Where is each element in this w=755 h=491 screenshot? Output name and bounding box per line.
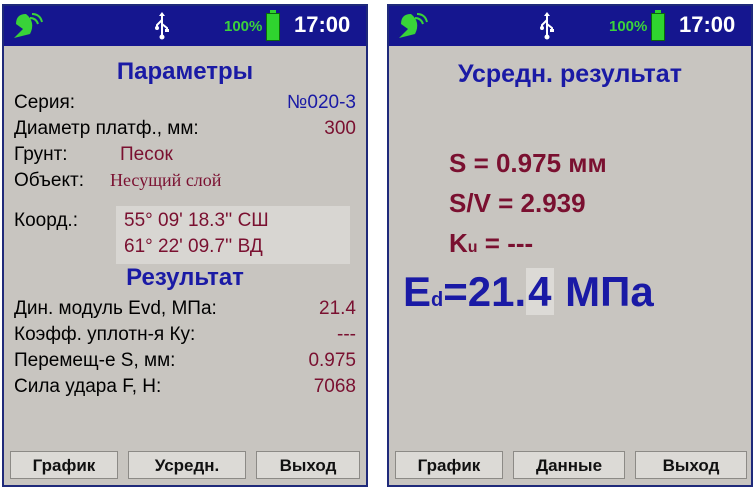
evd-value: 21.4: [319, 298, 356, 319]
evd-label: Дин. модуль Evd, МПа:: [14, 298, 217, 319]
displacement-row: Перемещ-е S, мм: 0.975: [14, 350, 356, 372]
ku-value: = ---: [477, 228, 534, 258]
force-value: 7068: [313, 376, 356, 397]
average-button[interactable]: Усредн.: [128, 451, 246, 479]
ky-row: Коэфф. уплотн-я Ку: ---: [14, 324, 356, 346]
clock: 17:00: [294, 12, 351, 37]
exit-button[interactable]: Выход: [635, 451, 747, 479]
object-value: Несущий слой: [110, 170, 222, 190]
graph-button[interactable]: График: [395, 451, 503, 479]
exit-button[interactable]: Выход: [256, 451, 360, 479]
ku-subscript: u: [467, 239, 478, 256]
page-title: Параметры: [116, 58, 254, 85]
ed-subscript: d: [431, 289, 444, 311]
diameter-row: Диаметр платф., мм: 300: [14, 118, 356, 140]
battery-icon: [266, 10, 280, 41]
ku-line: Ku = ---: [449, 228, 533, 259]
object-row: Объект: Несущий слой: [14, 170, 356, 192]
data-button[interactable]: Данные: [513, 451, 625, 479]
soil-label: Грунт:: [14, 144, 68, 165]
displacement-label: Перемещ-е S, мм:: [14, 350, 176, 371]
series-value: №020-3: [287, 92, 356, 113]
ed-result: Ed=21.4 МПа: [403, 268, 654, 316]
coord-latitude: 55° 09' 18.3'' СШ: [124, 210, 269, 231]
ky-label: Коэфф. уплотн-я Ку:: [14, 324, 196, 345]
series-label: Серия:: [14, 92, 76, 113]
graph-button[interactable]: График: [10, 451, 118, 479]
diameter-label: Диаметр платф., мм:: [14, 118, 199, 139]
ed-unit: МПа: [553, 268, 654, 315]
evd-row: Дин. модуль Evd, МПа: 21.4: [14, 298, 356, 320]
status-bar: 100% 17:00: [4, 6, 366, 46]
usb-icon: [155, 12, 169, 40]
status-bar: 100% 17:00: [389, 6, 751, 46]
ed-symbol: E: [403, 268, 432, 315]
coord-longitude: 61° 22' 09.7'' ВД: [124, 236, 263, 257]
ky-value: ---: [337, 324, 356, 345]
soil-row: Грунт: Песок: [14, 144, 356, 166]
averaged-result-screen: 100% 17:00 Усредн. результат S = 0.975 м…: [387, 4, 753, 487]
ed-cursor-digit: 4: [526, 268, 554, 315]
parameters-screen: 100% 17:00 Параметры Серия: №020-3 Диаме…: [2, 4, 368, 487]
page-title: Усредн. результат: [458, 60, 682, 88]
displacement-line: S = 0.975 мм: [449, 148, 607, 178]
diameter-value: 300: [324, 118, 356, 139]
battery-percent: 100%: [224, 18, 263, 35]
displacement-value: 0.975: [308, 350, 356, 371]
softkey-bar: График Усредн. Выход: [4, 445, 366, 485]
ku-symbol: K: [449, 228, 468, 258]
ed-value: =21.: [443, 268, 527, 315]
series-row: Серия: №020-3: [14, 92, 356, 114]
soil-value: Песок: [120, 144, 173, 165]
satellite-dish-icon: [399, 13, 428, 38]
object-label: Объект:: [14, 170, 84, 191]
usb-icon: [540, 12, 554, 40]
force-row: Сила удара F, Н: 7068: [14, 376, 356, 398]
battery-icon: [651, 10, 665, 41]
result-title: Результат: [126, 264, 244, 291]
clock: 17:00: [679, 12, 736, 37]
force-label: Сила удара F, Н:: [14, 376, 162, 397]
satellite-dish-icon: [14, 13, 43, 38]
softkey-bar: График Данные Выход: [389, 445, 751, 485]
battery-percent: 100%: [609, 18, 648, 35]
sv-line: S/V = 2.939: [449, 188, 586, 218]
